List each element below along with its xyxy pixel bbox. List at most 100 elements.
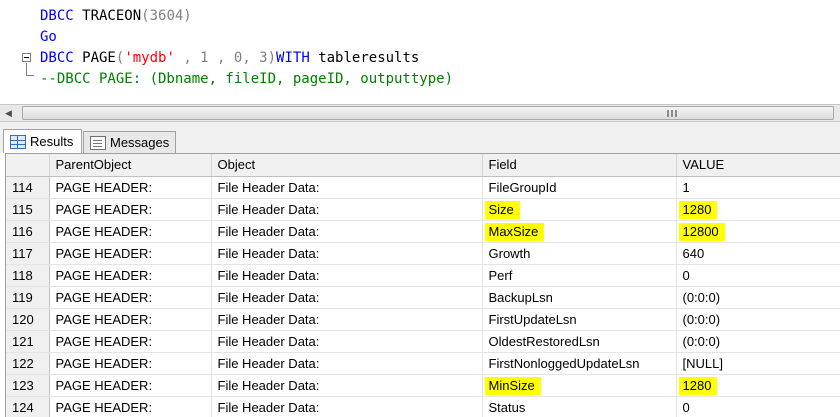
cell-field[interactable]: OldestRestoredLsn [482, 330, 677, 353]
cell-value-text: [NULL] [682, 355, 723, 371]
row-number[interactable]: 119 [6, 286, 50, 309]
cell-value[interactable]: (0:0:0) [676, 330, 840, 353]
row-number[interactable]: 118 [6, 264, 50, 287]
row-number[interactable]: 116 [6, 220, 50, 243]
query-editor[interactable]: DBCC TRACEON(3604) Go DBCC PAGE('mydb' ,… [0, 0, 840, 104]
cell-value[interactable]: 0 [676, 264, 840, 287]
cell-value-text: (0:0:0) [682, 289, 721, 305]
cell-value-text: 0 [682, 399, 690, 415]
cell-field-text: Growth [488, 245, 531, 261]
cell-parent-object-text: PAGE HEADER: [55, 377, 153, 393]
cell-field[interactable]: FirstUpdateLsn [482, 308, 677, 331]
table-row[interactable]: 115 PAGE HEADER: File Header Data: Size 1280 [6, 198, 840, 221]
row-number-text: 124 [12, 399, 34, 415]
table-row[interactable]: 122 PAGE HEADER: File Header Data: FirstNon… [6, 352, 840, 375]
row-number[interactable]: 115 [6, 198, 50, 221]
cell-object[interactable]: File Header Data: [211, 396, 483, 417]
cell-value-text: 640 [682, 245, 705, 261]
tab-messages[interactable]: Messages [83, 131, 176, 153]
cell-field[interactable]: FirstNonloggedUpdateLsn [482, 352, 677, 375]
table-row[interactable]: 117 PAGE HEADER: File Header Data: Growth 64… [6, 242, 840, 265]
cell-value-text: 0 [682, 267, 690, 283]
cell-object[interactable]: File Header Data: [211, 176, 483, 199]
row-number-text: 121 [12, 333, 34, 349]
row-number[interactable]: 114 [6, 176, 50, 199]
grid-icon [10, 134, 26, 149]
cell-value[interactable]: 1280 [676, 198, 840, 221]
cell-value[interactable]: 12800 [676, 220, 840, 243]
table-row[interactable]: 114 PAGE HEADER: File Header Data: FileGrou… [6, 176, 840, 199]
table-row[interactable]: 124 PAGE HEADER: File Header Data: Status 0 [6, 396, 840, 417]
cell-parent-object[interactable]: PAGE HEADER: [49, 374, 212, 397]
cell-parent-object[interactable]: PAGE HEADER: [49, 396, 212, 417]
cell-parent-object[interactable]: PAGE HEADER: [49, 220, 212, 243]
cell-object[interactable]: File Header Data: [211, 308, 483, 331]
cell-field[interactable]: FileGroupId [482, 176, 677, 199]
scrollbar-thumb[interactable] [22, 106, 834, 120]
cell-parent-object-text: PAGE HEADER: [55, 311, 153, 327]
horizontal-scrollbar[interactable]: ◀ [0, 104, 840, 122]
cell-parent-object[interactable]: PAGE HEADER: [49, 242, 212, 265]
cell-parent-object[interactable]: PAGE HEADER: [49, 308, 212, 331]
cell-object-text: File Header Data: [217, 201, 320, 217]
cell-field-text: Size [484, 200, 520, 219]
cell-field[interactable]: Status [482, 396, 677, 417]
cell-object[interactable]: File Header Data: [211, 286, 483, 309]
cell-parent-object-text: PAGE HEADER: [55, 289, 153, 305]
cell-field[interactable]: Perf [482, 264, 677, 287]
cell-object[interactable]: File Header Data: [211, 242, 483, 265]
row-number[interactable]: 123 [6, 374, 50, 397]
cell-parent-object[interactable]: PAGE HEADER: [49, 352, 212, 375]
cell-value[interactable]: 0 [676, 396, 840, 417]
row-number[interactable]: 121 [6, 330, 50, 353]
column-header[interactable]: Object [211, 154, 483, 177]
cell-field[interactable]: Growth [482, 242, 677, 265]
cell-parent-object[interactable]: PAGE HEADER: [49, 176, 212, 199]
code-text: TRACEON [73, 8, 142, 24]
keyword: WITH [276, 50, 310, 66]
table-row[interactable]: 119 PAGE HEADER: File Header Data: BackupLs… [6, 286, 840, 309]
cell-object[interactable]: File Header Data: [211, 264, 483, 287]
column-header[interactable]: VALUE [676, 154, 840, 177]
tab-results[interactable]: Results [3, 129, 82, 153]
cell-object-text: File Header Data: [217, 333, 320, 349]
cell-value[interactable]: 1280 [676, 374, 840, 397]
cell-value[interactable]: 1 [676, 176, 840, 199]
row-number[interactable]: 117 [6, 242, 50, 265]
cell-value[interactable]: [NULL] [676, 352, 840, 375]
table-row[interactable]: 116 PAGE HEADER: File Header Data: MaxSize 1… [6, 220, 840, 243]
results-grid[interactable]: ParentObject Object Field VALUE 114 PAGE … [5, 153, 840, 417]
column-header[interactable]: Field [482, 154, 677, 177]
cell-value[interactable]: (0:0:0) [676, 308, 840, 331]
row-number[interactable]: 120 [6, 308, 50, 331]
row-number[interactable]: 124 [6, 396, 50, 417]
cell-object[interactable]: File Header Data: [211, 330, 483, 353]
cell-field[interactable]: Size [482, 198, 677, 221]
table-row[interactable]: 121 PAGE HEADER: File Header Data: OldestRe… [6, 330, 840, 353]
table-row[interactable]: 123 PAGE HEADER: File Header Data: MinSize 1… [6, 374, 840, 397]
cell-parent-object[interactable]: PAGE HEADER: [49, 198, 212, 221]
column-header[interactable]: ParentObject [49, 154, 212, 177]
cell-field[interactable]: MinSize [482, 374, 677, 397]
cell-field[interactable]: BackupLsn [482, 286, 677, 309]
scroll-left-arrow-icon[interactable]: ◀ [0, 105, 17, 121]
cell-object[interactable]: File Header Data: [211, 352, 483, 375]
cell-parent-object[interactable]: PAGE HEADER: [49, 330, 212, 353]
cell-object[interactable]: File Header Data: [211, 220, 483, 243]
cell-field-text: MinSize [484, 376, 541, 395]
table-row[interactable]: 120 PAGE HEADER: File Header Data: FirstUpd… [6, 308, 840, 331]
cell-object[interactable]: File Header Data: [211, 374, 483, 397]
cell-field[interactable]: MaxSize [482, 220, 677, 243]
cell-value-text: (0:0:0) [682, 333, 721, 349]
row-number-header[interactable] [6, 154, 50, 177]
cell-parent-object[interactable]: PAGE HEADER: [49, 286, 212, 309]
cell-value[interactable]: 640 [676, 242, 840, 265]
cell-value[interactable]: (0:0:0) [676, 286, 840, 309]
table-row[interactable]: 118 PAGE HEADER: File Header Data: Perf 0 [6, 264, 840, 287]
code-line-4: --DBCC PAGE: (Dbname, fileID, pageID, ou… [40, 69, 453, 89]
collapse-icon[interactable] [22, 53, 31, 62]
row-number[interactable]: 122 [6, 352, 50, 375]
cell-object[interactable]: File Header Data: [211, 198, 483, 221]
code-text: PAGE [73, 50, 116, 66]
cell-parent-object[interactable]: PAGE HEADER: [49, 264, 212, 287]
